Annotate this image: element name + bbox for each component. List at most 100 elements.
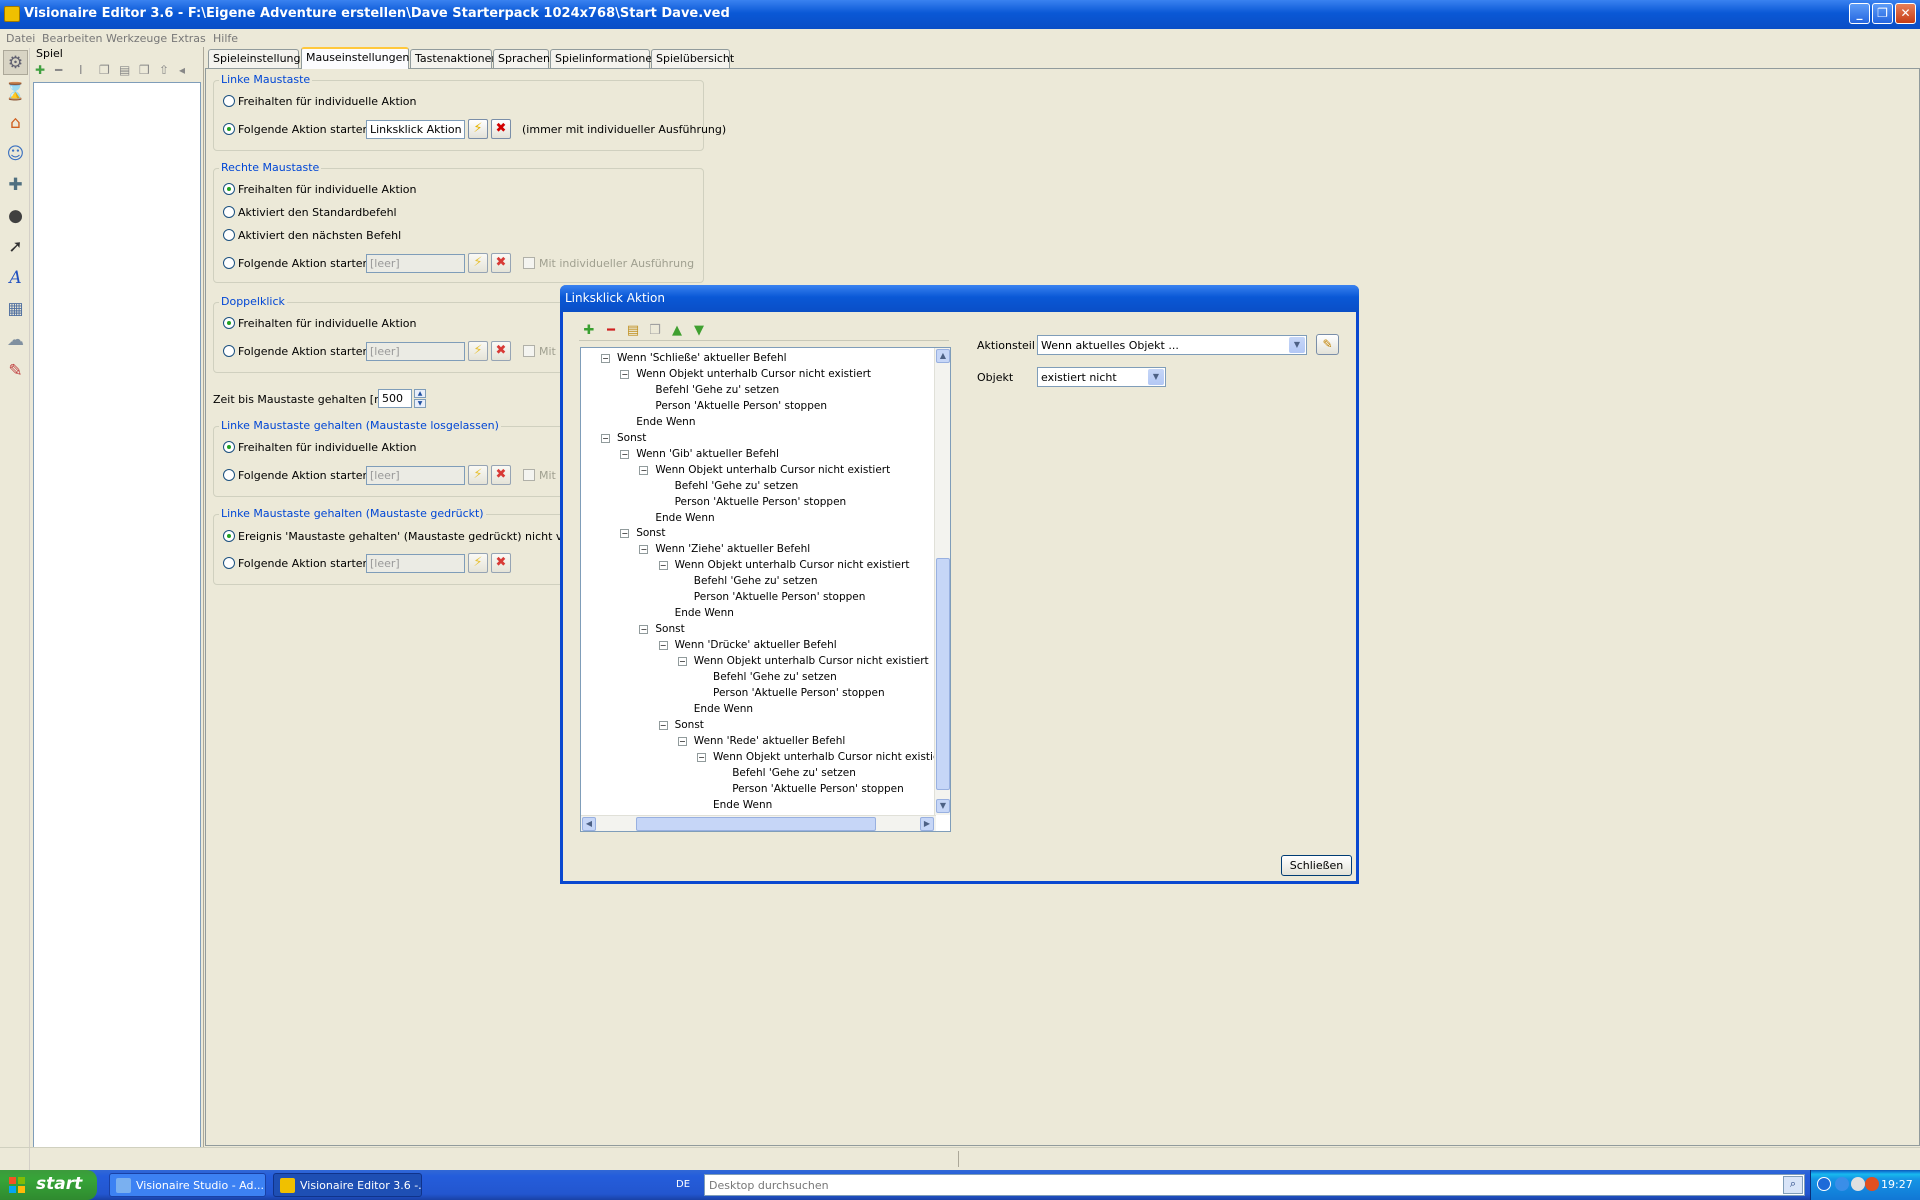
tab-spieleinstellungen[interactable]: Spieleinstellungen xyxy=(208,49,314,68)
tree-node[interactable]: Ende Wenn xyxy=(694,702,753,716)
tab-mauseinstellungen[interactable]: Mauseinstellungen xyxy=(301,47,409,69)
aktionsteil-select[interactable]: Wenn aktuelles Objekt ... ▼ xyxy=(1037,335,1307,355)
tree-node[interactable]: Ende Wenn xyxy=(713,798,772,812)
tree-node[interactable]: Befehl 'Gehe zu' setzen xyxy=(694,574,818,588)
hold-press-ignore-radio[interactable] xyxy=(223,530,235,542)
left-edit-action-button[interactable]: ⚡ xyxy=(468,119,488,139)
tree-node[interactable]: Befehl 'Gehe zu' setzen xyxy=(655,383,779,397)
move-down-icon[interactable]: ◂ xyxy=(179,63,185,77)
tree-node[interactable]: Befehl 'Gehe zu' setzen xyxy=(675,479,799,493)
gamepad-icon[interactable]: ✚ xyxy=(3,172,28,197)
menu-datei[interactable]: Datei xyxy=(6,32,35,45)
hold-press-action-field[interactable]: [leer] xyxy=(366,554,465,573)
scroll-up-arrow[interactable]: ▲ xyxy=(936,349,950,363)
double-edit-action-button[interactable]: ⚡ xyxy=(468,341,488,361)
menu-werkzeuge[interactable]: Werkzeuge xyxy=(106,32,167,45)
paste-action-icon[interactable]: ❒ xyxy=(647,323,663,339)
game-settings-icon[interactable]: ⚙ xyxy=(3,50,28,75)
tree-node[interactable]: Person 'Aktuelle Person' stoppen xyxy=(655,399,827,413)
tree-node[interactable]: Person 'Aktuelle Person' stoppen xyxy=(713,686,885,700)
scroll-thumb[interactable] xyxy=(936,558,950,790)
tree-node[interactable]: Ende Wenn xyxy=(675,606,734,620)
tree-node[interactable]: Ende Wenn xyxy=(655,511,714,525)
hold-release-edit-button[interactable]: ⚡ xyxy=(468,465,488,485)
tree-collapse-toggle[interactable]: − xyxy=(620,529,630,539)
network-icon[interactable] xyxy=(1835,1177,1849,1191)
left-free-radio[interactable] xyxy=(223,95,235,107)
hold-release-checkbox[interactable] xyxy=(523,469,535,481)
tree-node[interactable]: Wenn Objekt unterhalb Cursor nicht exist… xyxy=(713,750,948,764)
edit-pencil-button[interactable]: ✎ xyxy=(1316,334,1339,355)
language-indicator[interactable]: DE xyxy=(676,1179,690,1190)
left-clear-action-button[interactable]: ✖ xyxy=(491,119,511,139)
add-action-icon[interactable]: ✚ xyxy=(581,323,597,339)
tree-node[interactable]: Sonst xyxy=(655,622,684,636)
hold-press-edit-button[interactable]: ⚡ xyxy=(468,553,488,573)
tree-node[interactable]: Befehl 'Gehe zu' setzen xyxy=(732,766,856,780)
action-tree[interactable]: − Wenn 'Schließe' aktueller Befehl − Wenn O… xyxy=(580,347,951,832)
tree-collapse-toggle[interactable]: − xyxy=(658,641,668,651)
menu-extras[interactable]: Extras xyxy=(171,32,206,45)
right-next-radio[interactable] xyxy=(223,229,235,241)
menu-bearbeiten[interactable]: Bearbeiten xyxy=(42,32,102,45)
tree-collapse-toggle[interactable]: − xyxy=(601,354,610,363)
hold-release-clear-button[interactable]: ✖ xyxy=(491,465,511,485)
close-dialog-button[interactable]: Schließen xyxy=(1281,855,1352,876)
security-icon[interactable] xyxy=(1865,1177,1879,1191)
tree-collapse-toggle[interactable]: − xyxy=(639,545,649,555)
tree-node[interactable]: Wenn 'Rede' aktueller Befehl xyxy=(694,734,845,748)
tree-collapse-toggle[interactable]: − xyxy=(620,449,630,459)
save-icon[interactable]: ▤ xyxy=(119,63,130,77)
tree-node[interactable]: Sonst xyxy=(636,526,665,540)
right-action-radio[interactable] xyxy=(223,257,235,269)
double-clear-action-button[interactable]: ✖ xyxy=(491,341,511,361)
hold-time-up[interactable]: ▲ xyxy=(414,389,426,398)
rename-icon[interactable]: Ⅰ xyxy=(79,63,83,77)
tree-node[interactable]: Person 'Aktuelle Person' stoppen xyxy=(675,495,847,509)
tree-node[interactable]: Wenn 'Gib' aktueller Befehl xyxy=(636,447,779,461)
tree-node[interactable]: Ende Wenn xyxy=(636,415,695,429)
hourglass-icon[interactable]: ⌛ xyxy=(3,79,28,104)
tree-node[interactable]: Sonst xyxy=(617,431,646,445)
right-action-field[interactable]: [leer] xyxy=(366,254,465,273)
tree-node[interactable]: Wenn Objekt unterhalb Cursor nicht exist… xyxy=(636,367,871,381)
cursor-icon[interactable]: ➚ xyxy=(3,234,28,259)
scroll-left-arrow[interactable]: ◀ xyxy=(582,817,596,831)
maximize-button[interactable]: ❐ xyxy=(1872,3,1893,24)
tab-sprachen[interactable]: Sprachen xyxy=(493,49,550,68)
move-up-icon[interactable]: ⇧ xyxy=(159,63,169,77)
tree-node[interactable]: Wenn 'Drücke' aktueller Befehl xyxy=(675,638,837,652)
tree-node[interactable]: Person 'Aktuelle Person' stoppen xyxy=(694,590,866,604)
right-edit-action-button[interactable]: ⚡ xyxy=(468,253,488,273)
taskbar-item-studio[interactable]: Visionaire Studio - Ad... xyxy=(109,1173,266,1197)
table-icon[interactable]: ▦ xyxy=(3,296,28,321)
tab-spielinformationen[interactable]: Spielinformationen xyxy=(550,49,659,68)
scroll-right-arrow[interactable]: ▶ xyxy=(920,817,934,831)
tab-tastenaktionen[interactable]: Tastenaktionen xyxy=(410,49,498,68)
taskbar-item-editor[interactable]: Visionaire Editor 3.6 -... xyxy=(273,1173,422,1197)
volume-icon[interactable] xyxy=(1851,1177,1865,1191)
tray-expand-icon[interactable] xyxy=(1817,1177,1831,1191)
desktop-search-input[interactable]: Desktop durchsuchen ⌕ xyxy=(704,1174,1805,1196)
start-button[interactable]: start xyxy=(0,1170,97,1200)
tree-collapse-toggle[interactable]: − xyxy=(620,369,630,379)
move-up-action-icon[interactable]: ▲ xyxy=(669,323,685,339)
left-action-radio[interactable] xyxy=(223,123,235,135)
tree-collapse-toggle[interactable]: − xyxy=(658,720,668,730)
copy-action-icon[interactable]: ▤ xyxy=(625,323,641,339)
tree-node[interactable]: Wenn Objekt unterhalb Cursor nicht exist… xyxy=(655,463,890,477)
tree-collapse-toggle[interactable]: − xyxy=(677,657,687,667)
tree-node[interactable]: Wenn 'Schließe' aktueller Befehl xyxy=(617,351,787,365)
right-individual-checkbox[interactable] xyxy=(523,257,535,269)
right-free-radio[interactable] xyxy=(223,183,235,195)
particles-icon[interactable]: ☁ xyxy=(3,327,28,352)
ball-icon[interactable]: ● xyxy=(3,203,28,228)
add-icon[interactable]: ✚ xyxy=(35,63,45,77)
tree-horizontal-scrollbar[interactable]: ◀ ▶ xyxy=(581,815,936,831)
hold-press-clear-button[interactable]: ✖ xyxy=(491,553,511,573)
tree-node[interactable]: Wenn 'Ziehe' aktueller Befehl xyxy=(655,542,810,556)
menu-hilfe[interactable]: Hilfe xyxy=(213,32,238,45)
tree-node[interactable]: Person 'Aktuelle Person' stoppen xyxy=(732,782,904,796)
hold-time-input[interactable]: 500 xyxy=(378,389,412,408)
tree-collapse-toggle[interactable]: − xyxy=(658,561,668,571)
